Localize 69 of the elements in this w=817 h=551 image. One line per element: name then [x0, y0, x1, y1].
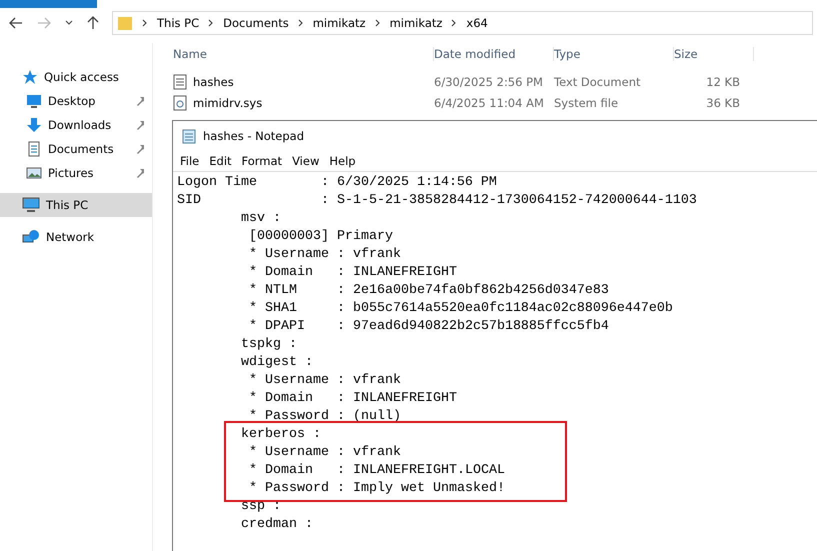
text-line: msv :	[240, 210, 281, 228]
chevron-icon	[207, 19, 216, 27]
column-header[interactable]: Date modified	[434, 47, 554, 61]
text-line: * Password : Imply wet Unmasked!	[248, 480, 505, 498]
text-line: Logon Time : 6/30/2025 1:14:56 PM	[177, 174, 497, 192]
address-bar[interactable]: This PC Documents mimikatz mimikatz x64	[112, 11, 813, 35]
text-line: * Domain : INLANEFREIGHT.LOCAL	[248, 462, 505, 480]
monitor-icon	[26, 93, 42, 109]
file-type: Text Document	[554, 74, 642, 88]
file-size: 36 KB	[705, 96, 741, 110]
star-icon	[22, 69, 38, 85]
text-line: * Username : vfrank	[248, 372, 401, 390]
up-arrow-icon[interactable]	[87, 16, 99, 30]
folder-icon	[117, 15, 133, 31]
file-name[interactable]: hashes	[193, 74, 234, 88]
sidebar-item[interactable]: Documents	[0, 137, 152, 161]
breadcrumb-item[interactable]: mimikatz	[312, 16, 366, 30]
text-line: * Domain : INLANEFREIGHT	[248, 264, 457, 282]
text-line: * Domain : INLANEFREIGHT	[248, 390, 457, 408]
window-title: hashes - Notepad	[203, 129, 304, 143]
column-header[interactable]: Name	[173, 47, 434, 61]
sidebar-item[interactable]: This PC	[0, 193, 152, 217]
text-line: [00000003] Primary	[248, 228, 393, 246]
chevron-icon	[450, 19, 458, 27]
sidebar-item[interactable]: Desktop	[0, 89, 152, 113]
file-type: System file	[554, 96, 620, 110]
chevron-icon	[141, 19, 149, 27]
sidebar-item[interactable]: Quick access	[0, 65, 152, 89]
breadcrumb-item[interactable]: This PC	[157, 16, 200, 30]
text-line: credman :	[240, 516, 313, 534]
menu-item[interactable]: Format	[236, 154, 288, 168]
menu-item[interactable]: File	[175, 154, 204, 168]
breadcrumb-item[interactable]: mimikatz	[390, 16, 442, 30]
chevron-icon	[374, 19, 382, 27]
chevron-icon	[296, 19, 305, 27]
text-line: * SHA1 : b055c7614a5520ea0fc1184ac02c88096e447e0b	[248, 300, 673, 318]
text-line: tspkg :	[240, 336, 297, 354]
text-line: kerberos :	[240, 426, 321, 444]
back-arrow-icon[interactable]	[9, 17, 23, 29]
text-line: * NTLM : 2e16a00be74fa0bf862b4256d0347e83	[248, 282, 609, 300]
sidebar-item[interactable]: Downloads	[0, 113, 152, 137]
menu-item[interactable]: Help	[324, 154, 361, 168]
network-icon	[22, 229, 40, 245]
text-file-icon	[173, 74, 187, 90]
column-header[interactable]: Size	[674, 47, 754, 61]
text-line: * DPAPI : 97ead6d940822b2c57b18885ffcc5fb4	[248, 318, 609, 336]
picture-icon	[26, 165, 42, 181]
caret-icon[interactable]	[65, 20, 73, 26]
file-date: 6/30/2025 2:56 PM	[434, 74, 544, 88]
text-line: ssp :	[240, 498, 281, 516]
notepad-icon	[181, 128, 197, 144]
text-line: * Username : vfrank	[248, 246, 401, 264]
menu-item[interactable]: View	[287, 154, 324, 168]
file-size: 12 KB	[705, 74, 741, 88]
breadcrumb-item[interactable]: Documents	[223, 16, 289, 30]
text-line: * Password : (null)	[248, 408, 401, 426]
computer-icon	[22, 197, 40, 213]
sidebar-item[interactable]: Network	[0, 225, 152, 249]
menu-item[interactable]: Edit	[204, 154, 237, 168]
text-line: SID : S-1-5-21-3858284412-1730064152-742000644-1103	[177, 192, 697, 210]
file-date: 6/4/2025 11:04 AM	[434, 96, 545, 110]
column-header[interactable]: Type	[554, 47, 674, 61]
file-name[interactable]: mimidrv.sys	[193, 96, 262, 110]
down-arrow-icon	[26, 117, 42, 133]
text-line: * Username : vfrank	[248, 444, 401, 462]
sidebar-item[interactable]: Pictures	[0, 161, 152, 185]
text-line: wdigest :	[240, 354, 313, 372]
document-icon	[26, 141, 42, 157]
breadcrumb-item[interactable]: x64	[466, 16, 488, 30]
